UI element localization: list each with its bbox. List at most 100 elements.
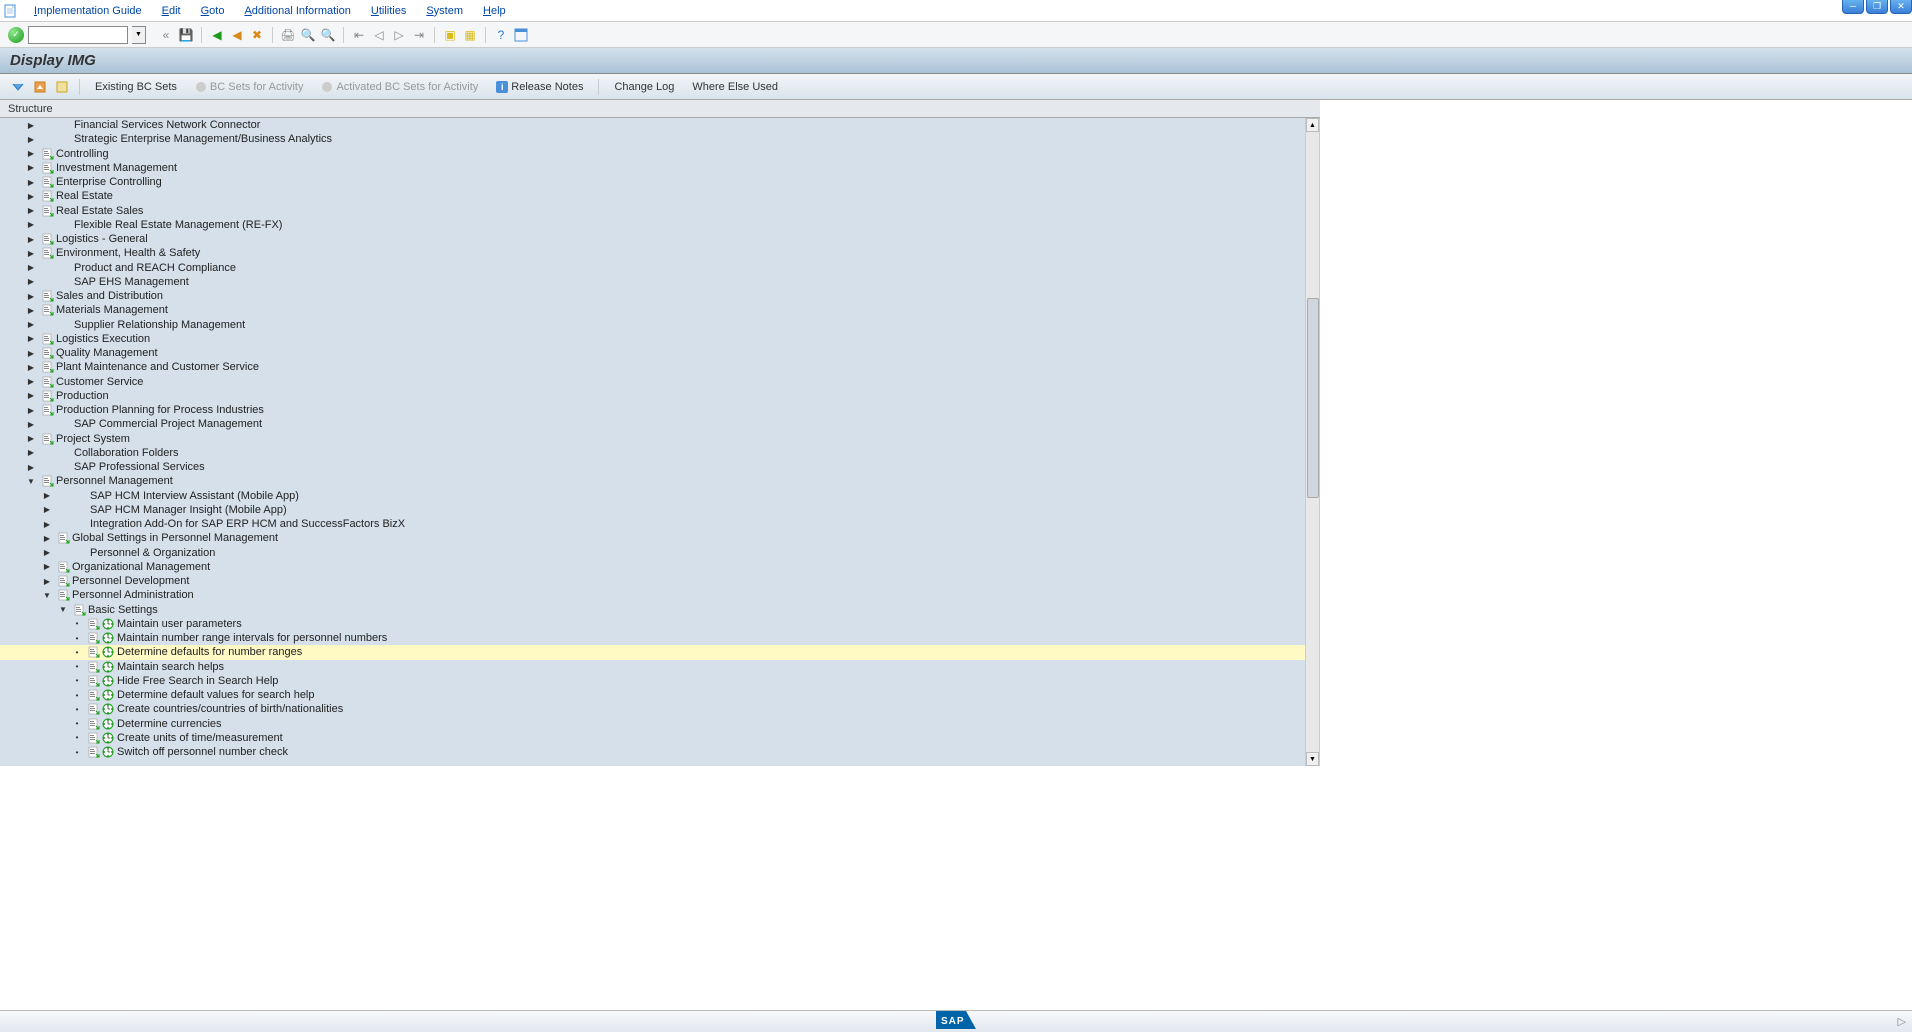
command-dropdown-icon[interactable]: ▼ (132, 26, 146, 44)
expand-arrow-icon[interactable]: ▶ (26, 163, 36, 173)
tree-node[interactable]: ▶Strategic Enterprise Management/Busines… (0, 132, 1319, 146)
help-icon[interactable]: ? (493, 27, 509, 43)
tree-node[interactable]: ▶Flexible Real Estate Management (RE-FX) (0, 218, 1319, 232)
expand-arrow-icon[interactable]: ▶ (26, 277, 36, 287)
find-next-icon[interactable]: 🔍 (320, 27, 336, 43)
img-activity-doc-icon[interactable] (88, 661, 100, 673)
expand-arrow-icon[interactable]: ▶ (26, 206, 36, 216)
img-activity-doc-icon[interactable] (58, 532, 70, 544)
tree-node[interactable]: ▶Quality Management (0, 346, 1319, 360)
img-activity-doc-icon[interactable] (88, 703, 100, 715)
expand-arrow-icon[interactable]: ▶ (42, 548, 52, 558)
img-activity-doc-icon[interactable] (42, 205, 54, 217)
tree-node[interactable]: ▶SAP HCM Manager Insight (Mobile App) (0, 503, 1319, 517)
print-icon[interactable]: 🖨 (280, 27, 296, 43)
img-activity-execute-icon[interactable] (102, 746, 114, 758)
tree-node[interactable]: •Maintain user parameters (0, 617, 1319, 631)
tree-node[interactable]: ▶Materials Management (0, 303, 1319, 317)
expand-arrow-icon[interactable]: ▶ (26, 220, 36, 230)
tree-node[interactable]: ▶Project System (0, 432, 1319, 446)
tree-node[interactable]: •Maintain search helps (0, 660, 1319, 674)
minimize-button[interactable]: ─ (1842, 0, 1864, 14)
img-activity-doc-icon[interactable] (58, 575, 70, 587)
expand-arrow-icon[interactable]: ▶ (42, 491, 52, 501)
img-activity-doc-icon[interactable] (42, 361, 54, 373)
tree-node[interactable]: ▼Basic Settings (0, 603, 1319, 617)
collapse-icon[interactable] (32, 79, 48, 95)
img-activity-execute-icon[interactable] (102, 618, 114, 630)
tree-node[interactable]: ▶Global Settings in Personnel Management (0, 531, 1319, 545)
img-activity-execute-icon[interactable] (102, 689, 114, 701)
img-activity-doc-icon[interactable] (42, 176, 54, 188)
tree-node[interactable]: ▶Investment Management (0, 161, 1319, 175)
img-activity-doc-icon[interactable] (42, 162, 54, 174)
img-activity-doc-icon[interactable] (42, 233, 54, 245)
command-field[interactable] (28, 26, 128, 44)
img-activity-doc-icon[interactable] (88, 646, 100, 658)
img-activity-doc-icon[interactable] (42, 347, 54, 359)
expand-arrow-icon[interactable]: ▶ (26, 462, 36, 472)
tree-node[interactable]: ▶Logistics Execution (0, 332, 1319, 346)
img-activity-doc-icon[interactable] (88, 746, 100, 758)
img-activity-doc-icon[interactable] (88, 632, 100, 644)
tree-node[interactable]: ▶Logistics - General (0, 232, 1319, 246)
scroll-up-icon[interactable]: ▲ (1306, 118, 1319, 132)
close-button[interactable]: ✕ (1890, 0, 1912, 14)
tree-node[interactable]: •Determine default values for search hel… (0, 688, 1319, 702)
expand-arrow-icon[interactable]: ▶ (26, 291, 36, 301)
tree-node[interactable]: ▶SAP HCM Interview Assistant (Mobile App… (0, 489, 1319, 503)
expand-arrow-icon[interactable]: ▶ (26, 134, 36, 144)
img-activity-doc-icon[interactable] (88, 618, 100, 630)
accept-icon[interactable]: ✓ (8, 27, 24, 43)
img-activity-doc-icon[interactable] (42, 304, 54, 316)
tree-node[interactable]: ▶Collaboration Folders (0, 446, 1319, 460)
tree-node[interactable]: ▶Enterprise Controlling (0, 175, 1319, 189)
expand-arrow-icon[interactable]: ▶ (26, 434, 36, 444)
img-activity-execute-icon[interactable] (102, 632, 114, 644)
tree-node[interactable]: ▶Product and REACH Compliance (0, 261, 1319, 275)
save-icon[interactable]: 💾 (178, 27, 194, 43)
img-activity-doc-icon[interactable] (42, 333, 54, 345)
tree-node[interactable]: ▶Environment, Health & Safety (0, 246, 1319, 260)
expand-arrow-icon[interactable]: ▶ (26, 263, 36, 273)
tree-node[interactable]: ▶Controlling (0, 147, 1319, 161)
exit-icon[interactable]: ◀ (229, 27, 245, 43)
expand-arrow-icon[interactable]: ▶ (26, 391, 36, 401)
prev-page-icon[interactable]: ◁ (371, 27, 387, 43)
next-page-icon[interactable]: ▷ (391, 27, 407, 43)
menu-utilities[interactable]: Utilities (361, 3, 416, 19)
collapse-arrow-icon[interactable]: ▼ (42, 590, 52, 600)
img-activity-doc-icon[interactable] (88, 689, 100, 701)
find-icon[interactable]: 🔍 (300, 27, 316, 43)
collapse-arrow-icon[interactable]: ▼ (26, 476, 36, 486)
expand-arrow-icon[interactable]: ▶ (26, 419, 36, 429)
tree-node[interactable]: •Create units of time/measurement (0, 731, 1319, 745)
last-page-icon[interactable]: ⇥ (411, 27, 427, 43)
menu-goto[interactable]: Goto (191, 3, 235, 19)
restore-button[interactable]: ❐ (1866, 0, 1888, 14)
tree-node[interactable]: ▶SAP EHS Management (0, 275, 1319, 289)
expand-arrow-icon[interactable]: ▶ (26, 120, 36, 130)
expand-arrow-icon[interactable]: ▶ (26, 448, 36, 458)
back-nav-icon[interactable]: « (158, 27, 174, 43)
menu-implementation-guide[interactable]: Implementation Guide (24, 3, 152, 19)
img-activity-doc-icon[interactable] (42, 390, 54, 402)
tree-node[interactable]: ▶Real Estate (0, 189, 1319, 203)
expand-arrow-icon[interactable]: ▶ (26, 248, 36, 258)
tree-node[interactable]: ▶SAP Commercial Project Management (0, 417, 1319, 431)
tree-node[interactable]: ▶Sales and Distribution (0, 289, 1319, 303)
tree-node[interactable]: •Hide Free Search in Search Help (0, 674, 1319, 688)
expand-arrow-icon[interactable]: ▶ (26, 334, 36, 344)
change-log-button[interactable]: Change Log (608, 81, 680, 93)
existing-bc-sets-button[interactable]: Existing BC Sets (89, 81, 183, 93)
expand-arrow-icon[interactable]: ▶ (42, 562, 52, 572)
tree-node[interactable]: ▶Customer Service (0, 375, 1319, 389)
tree-node[interactable]: ▶Integration Add-On for SAP ERP HCM and … (0, 517, 1319, 531)
img-activity-doc-icon[interactable] (42, 190, 54, 202)
tree-node[interactable]: ▶SAP Professional Services (0, 460, 1319, 474)
img-activity-doc-icon[interactable] (88, 718, 100, 730)
img-activity-execute-icon[interactable] (102, 732, 114, 744)
img-activity-doc-icon[interactable] (58, 561, 70, 573)
tree-node[interactable]: ▶Organizational Management (0, 560, 1319, 574)
expand-arrow-icon[interactable]: ▶ (26, 377, 36, 387)
